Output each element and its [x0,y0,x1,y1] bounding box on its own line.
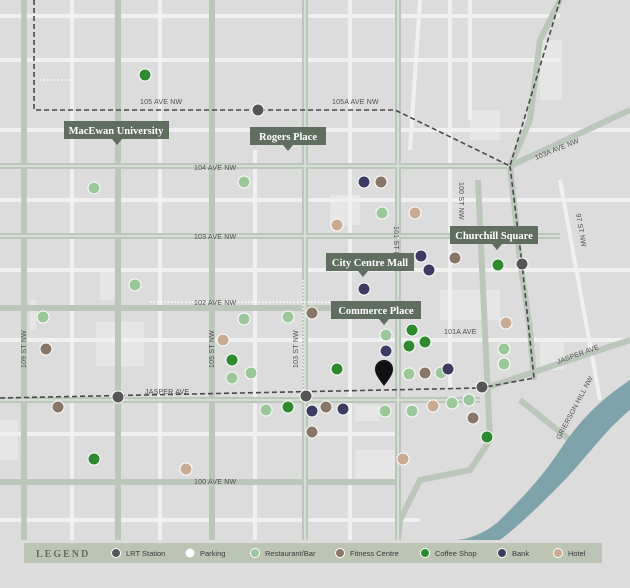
legend: LEGEND LRT Station Parking Restaurant/Ba… [24,543,602,563]
legend-label-bank: Bank [512,549,529,558]
bank-marker [441,362,455,376]
hotel-marker [179,462,193,476]
fitness-centre-marker [39,342,53,356]
lrt-station [515,257,529,271]
downtown-map[interactable]: 105 AVE NW 105A AVE NW 104 AVE NW 103A A… [0,0,630,588]
legend-title: LEGEND [36,549,90,560]
coffee-shop-marker [405,323,419,337]
restaurant-bar-marker [497,357,511,371]
legend-swatch-coffee-shop [420,548,430,558]
fitness-centre-marker [466,411,480,425]
bank-marker [379,344,393,358]
restaurant-bar-marker [87,181,101,195]
coffee-shop-marker [491,258,505,272]
label-104-ave: 104 AVE NW [194,165,237,172]
fitness-centre-marker [448,251,462,265]
legend-label-parking: Parking [200,549,225,558]
map-canvas: 105 AVE NW 105A AVE NW 104 AVE NW 103A A… [0,0,630,588]
bank-marker [336,402,350,416]
hotel-marker [396,452,410,466]
fitness-centre-marker [418,366,432,380]
hotel-marker [408,206,422,220]
fitness-centre-marker [374,175,388,189]
legend-swatch-bank [497,548,507,558]
legend-label-lrt-station: LRT Station [126,549,165,558]
restaurant-bar-marker [36,310,50,324]
legend-swatch-hotel [553,548,563,558]
lrt-station [111,390,125,404]
hotel-marker [330,218,344,232]
restaurant-bar-marker [462,393,476,407]
coffee-shop-marker [138,68,152,82]
restaurant-bar-marker [497,342,511,356]
restaurant-bar-marker [375,206,389,220]
coffee-shop-marker [402,339,416,353]
restaurant-bar-marker [225,371,239,385]
restaurant-bar-marker [281,310,295,324]
coffee-shop-marker [225,353,239,367]
label-109-st: 109 ST NW [21,330,28,368]
fitness-centre-marker [51,400,65,414]
fitness-centre-marker [305,425,319,439]
restaurant-bar-marker [405,404,419,418]
fitness-centre-marker [305,306,319,320]
coffee-shop-marker [87,452,101,466]
lrt-station [299,389,313,403]
restaurant-bar-marker [379,328,393,342]
callout-city-centre-label: City Centre Mall [332,258,408,269]
legend-label-coffee-shop: Coffee Shop [435,549,477,558]
label-105-st: 105 ST NW [209,330,216,368]
label-105-ave: 105 AVE NW [140,99,183,106]
coffee-shop-marker [418,335,432,349]
coffee-shop-marker [330,362,344,376]
label-100-st: 100 ST NW [457,182,464,220]
hotel-marker [216,333,230,347]
restaurant-bar-marker [237,312,251,326]
legend-swatch-fitness-centre [335,548,345,558]
callout-macewan-label: MacEwan University [69,126,165,137]
restaurant-bar-marker [128,278,142,292]
label-105a-ave: 105A AVE NW [332,99,379,106]
legend-label-fitness-centre: Fitness Centre [350,549,399,558]
label-103-st: 103 ST NW [293,330,300,368]
label-102-ave: 102 AVE NW [194,300,237,307]
coffee-shop-marker [281,400,295,414]
legend-swatch-parking [185,548,195,558]
hotel-marker [426,399,440,413]
bank-marker [357,282,371,296]
bank-marker [422,263,436,277]
callout-rogers-label: Rogers Place [259,132,317,143]
lrt-station [251,103,265,117]
restaurant-bar-marker [237,175,251,189]
bank-marker [357,175,371,189]
restaurant-bar-marker [402,367,416,381]
restaurant-bar-marker [378,404,392,418]
restaurant-bar-marker [445,396,459,410]
coffee-shop-marker [480,430,494,444]
callout-churchill-label: Churchill Square [455,231,533,242]
label-jasper-ave: JASPER AVE [145,389,189,396]
fitness-centre-marker [319,400,333,414]
restaurant-bar-marker [259,403,273,417]
label-101a-ave: 101A AVE [444,329,477,336]
legend-swatch-restaurant-bar [250,548,260,558]
label-103-ave: 103 AVE NW [194,234,237,241]
label-100-ave: 100 AVE NW [194,479,237,486]
bank-marker [305,404,319,418]
legend-label-restaurant-bar: Restaurant/Bar [265,549,316,558]
bank-marker [414,249,428,263]
restaurant-bar-marker [244,366,258,380]
legend-swatch-lrt-station [111,548,121,558]
lrt-station [475,380,489,394]
legend-label-hotel: Hotel [568,549,586,558]
hotel-marker [499,316,513,330]
callout-commerce-label: Commerce Place [338,306,414,317]
